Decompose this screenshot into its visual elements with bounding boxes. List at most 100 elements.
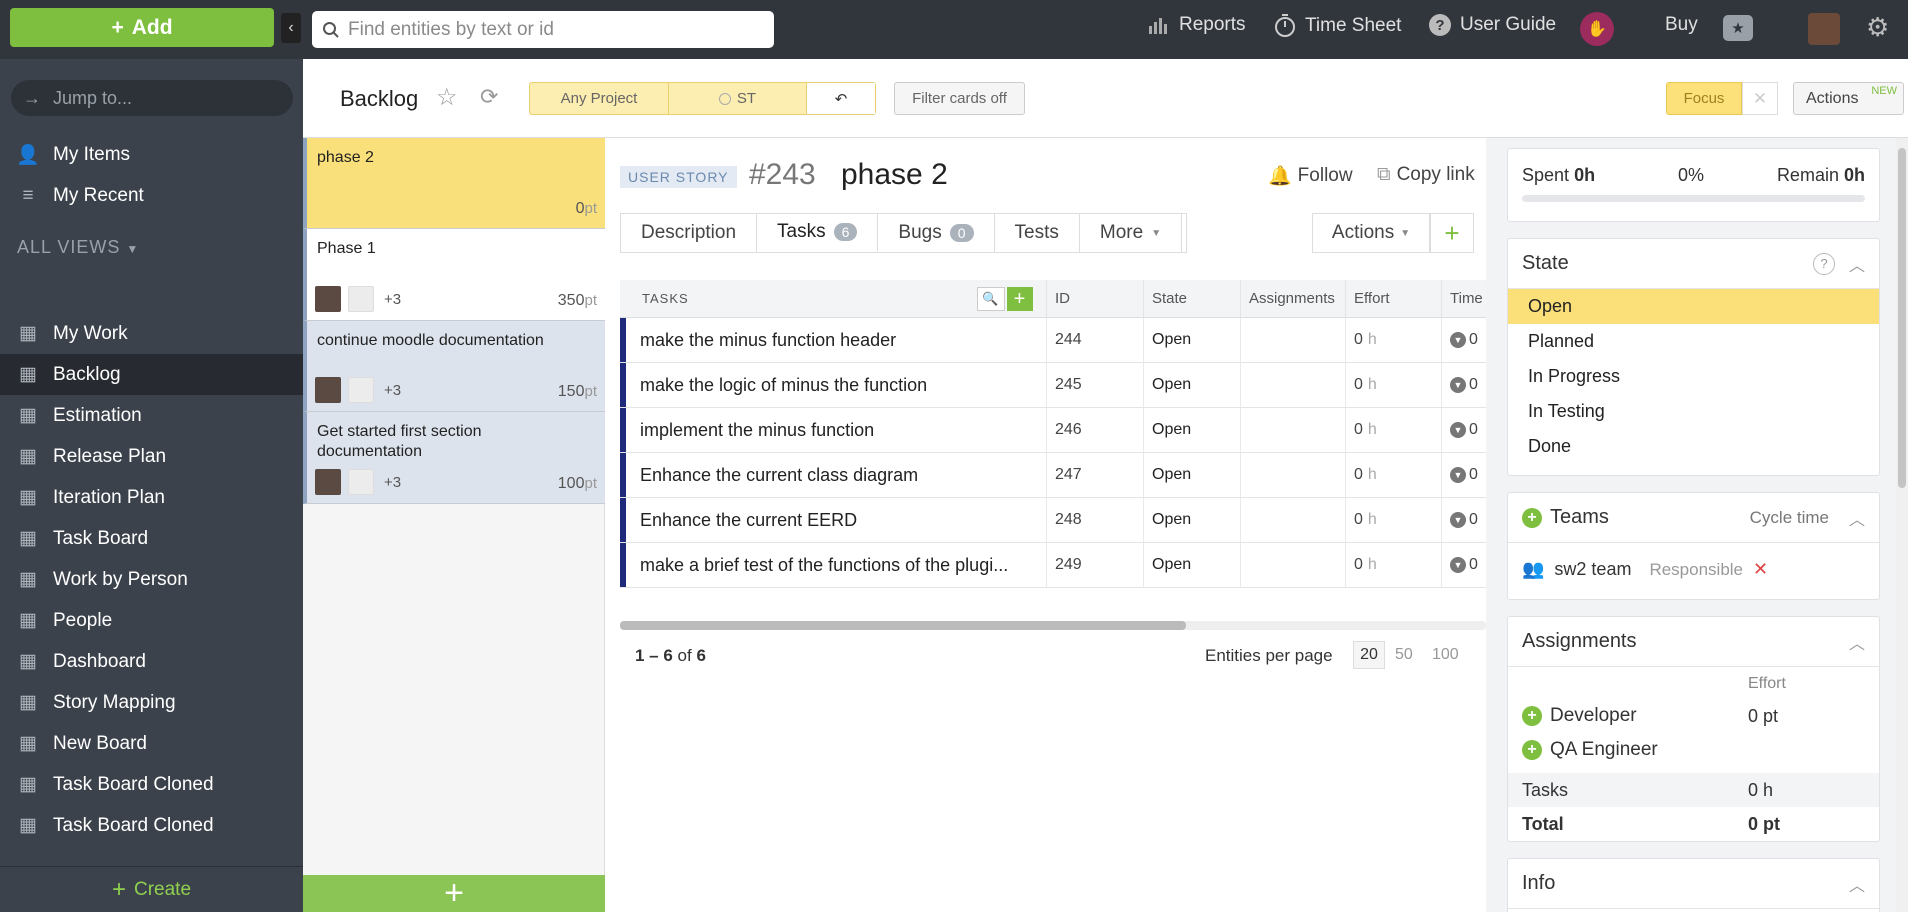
task-effort[interactable]: 0h: [1345, 408, 1441, 452]
scrollbar-thumb[interactable]: [620, 621, 1186, 630]
column-header-time[interactable]: Time: [1441, 280, 1486, 317]
task-state[interactable]: Open: [1143, 363, 1240, 407]
collapse-sidebar-button[interactable]: ‹: [281, 13, 301, 43]
task-assignments[interactable]: [1240, 363, 1345, 407]
tab-more[interactable]: More ▼: [1080, 214, 1183, 252]
task-name[interactable]: make the logic of minus the function: [626, 363, 1046, 407]
entity-name[interactable]: phase 2: [841, 158, 948, 192]
info-box-header[interactable]: Info ︿: [1508, 859, 1879, 909]
task-name[interactable]: Enhance the current EERD: [626, 498, 1046, 542]
task-time[interactable]: ▼ 0: [1441, 408, 1486, 452]
task-state[interactable]: Open: [1143, 543, 1240, 587]
feedback-icon[interactable]: ★: [1723, 15, 1753, 41]
sidebar-item-iteration-plan[interactable]: ▦ Iteration Plan: [0, 477, 303, 518]
task-name[interactable]: Enhance the current class diagram: [626, 453, 1046, 497]
search-box[interactable]: [312, 11, 774, 48]
task-state[interactable]: Open: [1143, 453, 1240, 497]
tab-tasks[interactable]: Tasks 6: [757, 214, 879, 252]
help-icon[interactable]: ?: [1813, 252, 1835, 275]
table-row[interactable]: Enhance the current class diagram 247 Open…: [620, 453, 1486, 498]
project-filter[interactable]: Any Project: [530, 83, 669, 114]
task-time[interactable]: ▼ 0: [1441, 453, 1486, 497]
add-assignment-icon[interactable]: +: [1522, 706, 1542, 726]
backlog-card[interactable]: continue moodle documentation +3 150pt: [303, 321, 605, 412]
column-header-effort[interactable]: Effort: [1345, 280, 1441, 317]
sidebar-item-task-board-cloned[interactable]: ▦ Task Board Cloned: [0, 805, 303, 846]
focus-button[interactable]: Focus: [1666, 82, 1742, 115]
sidebar-item-new-board[interactable]: ▦ New Board: [0, 723, 303, 764]
state-box-header[interactable]: State ? ︿: [1508, 239, 1879, 289]
task-time[interactable]: ▼ 0: [1441, 363, 1486, 407]
search-input[interactable]: [348, 18, 768, 41]
per-page-50[interactable]: 50: [1395, 646, 1413, 664]
jump-to-input[interactable]: → Jump to...: [11, 80, 293, 116]
task-assignments[interactable]: [1240, 543, 1345, 587]
task-assignments[interactable]: [1240, 318, 1345, 362]
add-task-button[interactable]: +: [1007, 287, 1033, 311]
add-assignment-icon[interactable]: +: [1522, 740, 1542, 760]
state-option-done[interactable]: Done: [1508, 429, 1879, 464]
chevron-up-icon[interactable]: ︿: [1849, 252, 1865, 276]
task-time[interactable]: ▼ 0: [1441, 318, 1486, 362]
task-assignments[interactable]: [1240, 453, 1345, 497]
sidebar-item-task-board-cloned[interactable]: ▦ Task Board Cloned: [0, 764, 303, 805]
sidebar-item-story-mapping[interactable]: ▦ Story Mapping: [0, 682, 303, 723]
sidebar-item-dashboard[interactable]: ▦ Dashboard: [0, 641, 303, 682]
header-actions-button[interactable]: Actions NEW: [1793, 82, 1904, 115]
task-state[interactable]: Open: [1143, 318, 1240, 362]
tab-tests[interactable]: Tests: [995, 214, 1080, 252]
settings-gear-icon[interactable]: ⚙: [1866, 12, 1889, 43]
sidebar-item-task-board[interactable]: ▦ Task Board: [0, 518, 303, 559]
clear-focus-button[interactable]: ✕: [1742, 82, 1778, 115]
search-icon[interactable]: 🔍: [977, 287, 1005, 311]
sidebar-item-release-plan[interactable]: ▦ Release Plan: [0, 436, 303, 477]
task-effort[interactable]: 0h: [1345, 318, 1441, 362]
task-assignments[interactable]: [1240, 408, 1345, 452]
column-header-tasks[interactable]: TASKS 🔍 +: [620, 280, 1046, 317]
teams-box-header[interactable]: + Teams Cycle time ︿: [1508, 493, 1879, 543]
task-assignments[interactable]: [1240, 498, 1345, 542]
add-button[interactable]: + Add: [10, 8, 274, 47]
copy-link-button[interactable]: ⧉ Copy link: [1377, 164, 1475, 186]
state-option-planned[interactable]: Planned: [1508, 324, 1879, 359]
buy-link[interactable]: Buy: [1665, 14, 1698, 36]
sidebar-item-people[interactable]: ▦ People: [0, 600, 303, 641]
entity-actions-button[interactable]: Actions ▼: [1312, 213, 1430, 253]
task-state[interactable]: Open: [1143, 408, 1240, 452]
state-option-in-progress[interactable]: In Progress: [1508, 359, 1879, 394]
follow-button[interactable]: 🔔 Follow: [1268, 164, 1353, 188]
undo-filter-button[interactable]: ↶: [807, 83, 875, 114]
backlog-card[interactable]: Get started first section documentation +…: [303, 412, 605, 504]
backlog-card[interactable]: Phase 1 +3 350pt: [303, 229, 605, 321]
task-effort[interactable]: 0h: [1345, 453, 1441, 497]
task-effort[interactable]: 0h: [1345, 363, 1441, 407]
remove-team-icon[interactable]: ✕: [1753, 559, 1768, 580]
table-row[interactable]: make the minus function header 244 Open 0 h ▼…: [620, 318, 1486, 363]
per-page-100[interactable]: 100: [1432, 646, 1459, 664]
star-icon[interactable]: ☆: [436, 83, 458, 112]
backlog-card[interactable]: phase 2 0pt: [303, 138, 605, 229]
chevron-up-icon[interactable]: ︿: [1849, 630, 1865, 654]
right-panel-scrollbar[interactable]: [1896, 138, 1908, 912]
timesheet-link[interactable]: Time Sheet: [1274, 14, 1401, 38]
reports-link[interactable]: Reports: [1148, 14, 1246, 36]
add-card-button[interactable]: +: [303, 874, 605, 912]
scrollbar-thumb[interactable]: [1898, 148, 1906, 488]
horizontal-scrollbar[interactable]: [620, 621, 1486, 630]
per-page-20[interactable]: 20: [1353, 641, 1385, 669]
team-filter[interactable]: ST: [669, 83, 807, 114]
create-button[interactable]: + Create: [0, 866, 303, 912]
column-header-assignments[interactable]: Assignments: [1240, 280, 1345, 317]
task-time[interactable]: ▼ 0: [1441, 543, 1486, 587]
task-state[interactable]: Open: [1143, 498, 1240, 542]
assignments-box-header[interactable]: Assignments ︿: [1508, 617, 1879, 667]
sidebar-item-my-work[interactable]: ▦ My Work: [0, 313, 303, 354]
task-time[interactable]: ▼ 0: [1441, 498, 1486, 542]
notifications-icon[interactable]: ✋: [1580, 12, 1614, 46]
tab-bugs[interactable]: Bugs 0: [878, 214, 995, 252]
filter-cards-button[interactable]: Filter cards off: [894, 82, 1025, 115]
sidebar-item-backlog[interactable]: ▦ Backlog: [0, 354, 303, 395]
add-team-icon[interactable]: +: [1522, 507, 1542, 528]
add-entity-button[interactable]: +: [1430, 213, 1474, 253]
chevron-up-icon[interactable]: ︿: [1849, 872, 1865, 896]
